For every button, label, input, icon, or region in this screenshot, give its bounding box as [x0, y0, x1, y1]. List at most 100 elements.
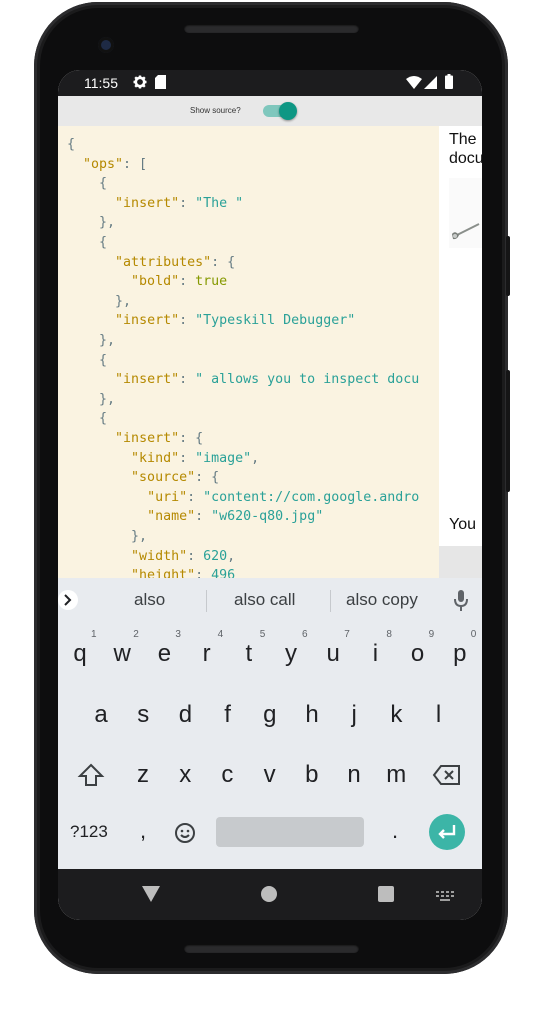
- json-key: "attributes": [115, 254, 212, 270]
- code-line: },: [67, 390, 115, 409]
- json-value: true: [195, 274, 228, 290]
- code-line: "insert": "Typeskill Debugger": [67, 311, 355, 330]
- key-hint: 4: [217, 629, 224, 640]
- key-x[interactable]: x: [165, 752, 205, 798]
- key-label: z: [137, 761, 149, 788]
- key-k[interactable]: k: [376, 692, 416, 738]
- period-key[interactable]: .: [392, 818, 398, 844]
- suggestion-2[interactable]: also call: [234, 590, 295, 610]
- json-key: "kind": [131, 450, 180, 466]
- json-punctuation: },: [67, 333, 116, 348]
- key-n[interactable]: n: [334, 752, 374, 798]
- key-label: e: [157, 640, 172, 667]
- code-line: },: [67, 331, 115, 350]
- sd-card-icon: [155, 75, 166, 92]
- home-icon[interactable]: [261, 886, 277, 920]
- source-code-view[interactable]: { "ops": [ { "insert": "The " }, { "attr…: [58, 126, 439, 578]
- code-line: "ops": [: [67, 155, 147, 174]
- json-punctuation: [67, 568, 131, 578]
- code-line: "bold": true: [67, 272, 227, 291]
- code-line: {: [67, 351, 107, 370]
- json-punctuation: : [: [123, 156, 148, 172]
- spacebar[interactable]: [216, 817, 364, 847]
- chevron-right-icon[interactable]: [58, 590, 78, 610]
- json-value: 620: [203, 548, 228, 564]
- json-punctuation: : {: [211, 254, 236, 270]
- key-hint: 3: [175, 629, 181, 640]
- key-j[interactable]: j: [334, 692, 374, 738]
- key-label: d: [178, 701, 193, 728]
- key-a[interactable]: a: [81, 692, 121, 738]
- json-punctuation: },: [67, 293, 132, 309]
- json-key: "name": [147, 509, 196, 525]
- code-line: "insert": {: [67, 429, 203, 448]
- front-camera: [98, 37, 114, 53]
- code-line: "attributes": {: [67, 253, 235, 272]
- enter-key[interactable]: [429, 814, 465, 850]
- key-b[interactable]: b: [292, 752, 332, 798]
- json-key: "ops": [83, 156, 124, 172]
- key-h[interactable]: h: [292, 692, 332, 738]
- key-z[interactable]: z: [123, 752, 163, 798]
- back-icon[interactable]: [142, 886, 160, 920]
- key-label: b: [305, 761, 319, 788]
- json-punctuation: [67, 157, 83, 172]
- json-key: "uri": [147, 489, 188, 505]
- json-punctuation: [67, 431, 115, 446]
- key-label: q: [73, 640, 87, 667]
- code-line: "source": {: [67, 468, 219, 487]
- json-punctuation: [67, 470, 131, 485]
- key-label: x: [179, 761, 192, 788]
- json-punctuation: [67, 274, 131, 289]
- key-hint: 5: [259, 629, 266, 640]
- json-punctuation: {: [67, 352, 108, 368]
- key-g[interactable]: g: [250, 692, 290, 738]
- preview-line-1: The: [449, 131, 477, 148]
- json-punctuation: : {: [179, 431, 204, 446]
- key-v[interactable]: v: [250, 752, 290, 798]
- shift-key[interactable]: [76, 752, 106, 798]
- json-punctuation: [67, 490, 147, 505]
- key-s[interactable]: s: [123, 692, 163, 738]
- top-speaker: [184, 24, 359, 33]
- json-punctuation: :: [179, 274, 196, 290]
- microphone-icon[interactable]: [454, 590, 468, 616]
- show-source-switch[interactable]: [263, 102, 297, 120]
- key-d[interactable]: d: [165, 692, 205, 738]
- screen: 11:55 Show source? { "ops": [ { "insert"…: [58, 70, 482, 920]
- json-key: "insert": [115, 431, 180, 446]
- preview-line-2: docu: [449, 150, 482, 167]
- emoji-icon[interactable]: [174, 822, 196, 848]
- json-punctuation: :: [179, 195, 196, 211]
- status-time: 11:55: [84, 75, 118, 91]
- key-label: p: [453, 640, 467, 667]
- key-label: g: [263, 701, 277, 728]
- suggestion-1[interactable]: also: [134, 590, 165, 610]
- suggestion-strip: also also call also copy: [58, 578, 482, 622]
- json-punctuation: :: [179, 372, 196, 388]
- status-bar: 11:55: [58, 70, 482, 96]
- suggestion-3[interactable]: also copy: [346, 590, 418, 610]
- backspace-key[interactable]: [432, 762, 462, 788]
- comma-key[interactable]: ,: [140, 818, 146, 844]
- key-f[interactable]: f: [208, 692, 248, 738]
- key-c[interactable]: c: [207, 752, 247, 798]
- code-line: },: [67, 292, 131, 311]
- json-punctuation: {: [67, 137, 76, 152]
- bottom-speaker: [184, 944, 359, 953]
- symbols-key[interactable]: ?123: [70, 822, 108, 842]
- source-toggle-bar: Show source?: [58, 96, 482, 126]
- recents-icon[interactable]: [378, 886, 394, 920]
- document-preview[interactable]: The docu You: [439, 126, 482, 546]
- json-punctuation: [67, 451, 131, 466]
- switch-thumb[interactable]: [279, 102, 297, 120]
- key-l[interactable]: l: [419, 692, 459, 738]
- json-value: "Typeskill Debugger": [195, 313, 356, 329]
- key-m[interactable]: m: [376, 752, 416, 798]
- preview-footer: [439, 546, 482, 578]
- key-label: y: [285, 640, 297, 667]
- key-label: t: [245, 640, 253, 667]
- keyboard-switch-icon[interactable]: [436, 888, 454, 920]
- json-punctuation: [67, 313, 115, 328]
- code-line: "insert": "The ": [67, 194, 243, 213]
